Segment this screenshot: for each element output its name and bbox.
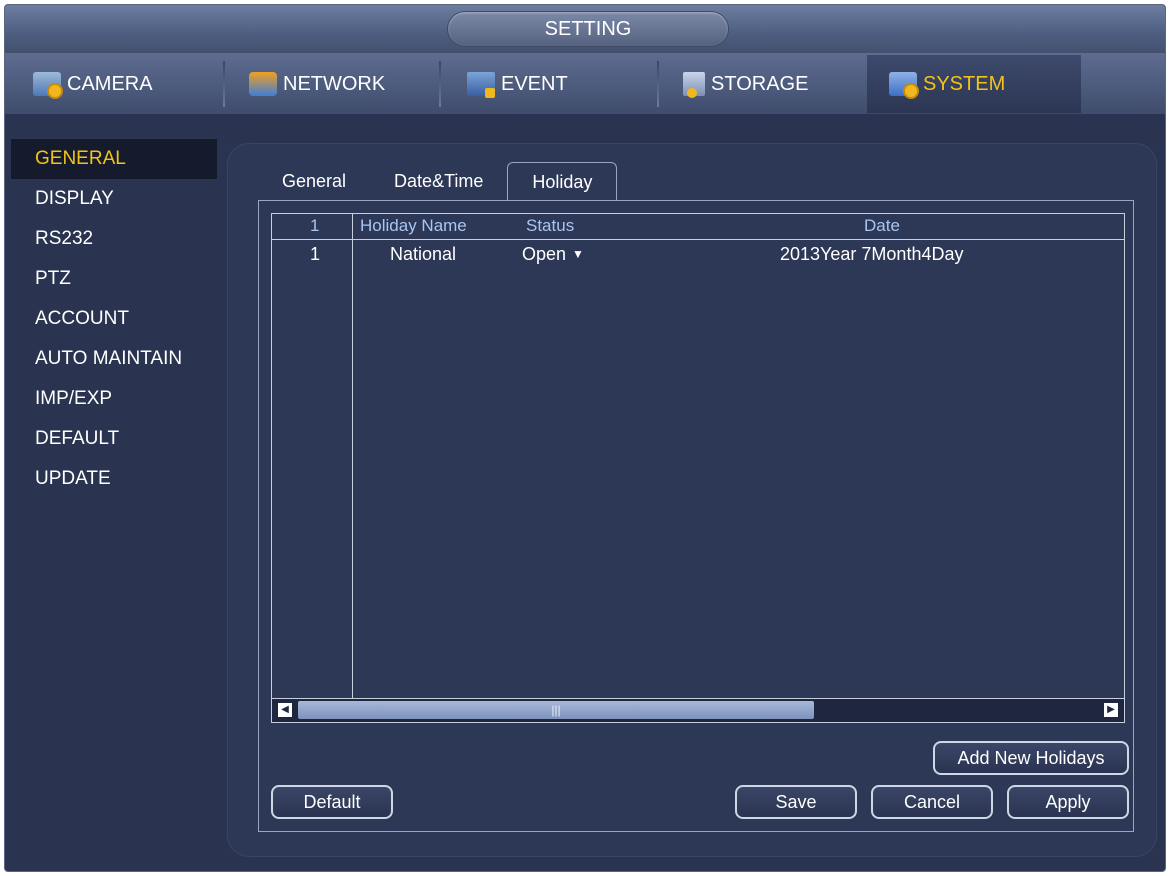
nav-storage-label: STORAGE bbox=[711, 72, 809, 95]
row-index: 1 bbox=[310, 244, 321, 264]
top-navigation: CAMERA NETWORK EVENT STORAGE SYSTEM bbox=[5, 53, 1165, 115]
sidebar-item-display[interactable]: DISPLAY bbox=[11, 179, 217, 219]
nav-storage[interactable]: STORAGE bbox=[669, 55, 865, 113]
table-header: 1 Holiday Name Status Date bbox=[272, 214, 1124, 240]
row-holiday-name: National bbox=[390, 244, 457, 264]
sidebar-item-general[interactable]: GENERAL bbox=[11, 139, 217, 179]
tab-holiday[interactable]: Holiday bbox=[507, 162, 618, 200]
scroll-thumb[interactable]: ||| bbox=[298, 701, 814, 719]
tab-date-time[interactable]: Date&Time bbox=[370, 162, 507, 200]
add-new-holidays-button[interactable]: Add New Holidays bbox=[933, 741, 1129, 775]
nav-network[interactable]: NETWORK bbox=[235, 55, 431, 113]
content-panel: General Date&Time Holiday 1 Holiday Name… bbox=[227, 143, 1157, 857]
nav-system-label: SYSTEM bbox=[923, 72, 1006, 95]
sidebar-item-imp-exp[interactable]: IMP/EXP bbox=[11, 379, 217, 419]
tab-general[interactable]: General bbox=[258, 162, 370, 200]
chevron-down-icon: ▼ bbox=[572, 247, 584, 261]
system-icon bbox=[889, 72, 919, 99]
nav-camera-label: CAMERA bbox=[67, 72, 153, 95]
table-row[interactable]: 1 National Open ▼ 2013Year 7Month4Day bbox=[272, 242, 1124, 272]
nav-divider bbox=[657, 61, 659, 107]
holiday-table: 1 Holiday Name Status Date 1 National Op… bbox=[271, 213, 1125, 723]
nav-system[interactable]: SYSTEM bbox=[867, 55, 1081, 113]
sidebar-item-rs232[interactable]: RS232 bbox=[11, 219, 217, 259]
header-index: 1 bbox=[310, 216, 320, 235]
tab-bar: General Date&Time Holiday bbox=[258, 162, 618, 200]
nav-divider bbox=[439, 61, 441, 107]
scroll-left-icon[interactable]: ◀ bbox=[278, 703, 292, 717]
status-value: Open bbox=[522, 244, 567, 264]
header-status: Status bbox=[526, 216, 575, 235]
default-button[interactable]: Default bbox=[271, 785, 393, 819]
scroll-right-icon[interactable]: ▶ bbox=[1104, 703, 1118, 717]
sidebar-item-ptz[interactable]: PTZ bbox=[11, 259, 217, 299]
nav-divider bbox=[223, 61, 225, 107]
network-icon bbox=[249, 72, 277, 96]
holiday-panel: 1 Holiday Name Status Date 1 National Op… bbox=[258, 200, 1134, 832]
nav-camera[interactable]: CAMERA bbox=[19, 55, 215, 113]
row-date: 2013Year 7Month4Day bbox=[780, 244, 964, 264]
nav-network-label: NETWORK bbox=[283, 72, 386, 95]
cancel-button[interactable]: Cancel bbox=[871, 785, 993, 819]
apply-button[interactable]: Apply bbox=[1007, 785, 1129, 819]
status-dropdown[interactable]: Open ▼ bbox=[522, 244, 584, 265]
window-title: SETTING bbox=[447, 11, 729, 47]
sidebar-item-default[interactable]: DEFAULT bbox=[11, 419, 217, 459]
sidebar-item-account[interactable]: ACCOUNT bbox=[11, 299, 217, 339]
sidebar: GENERAL DISPLAY RS232 PTZ ACCOUNT AUTO M… bbox=[11, 139, 217, 499]
setting-window: SETTING CAMERA NETWORK EVENT STORAGE SYS… bbox=[4, 4, 1166, 872]
scroll-grip: ||| bbox=[551, 703, 561, 717]
sidebar-item-update[interactable]: UPDATE bbox=[11, 459, 217, 499]
header-date: Date bbox=[864, 216, 900, 235]
sidebar-item-auto-maintain[interactable]: AUTO MAINTAIN bbox=[11, 339, 217, 379]
save-button[interactable]: Save bbox=[735, 785, 857, 819]
horizontal-scrollbar[interactable]: ◀ ||| ▶ bbox=[272, 698, 1124, 722]
event-icon bbox=[467, 72, 495, 98]
nav-event[interactable]: EVENT bbox=[453, 55, 649, 113]
title-bar: SETTING bbox=[5, 5, 1165, 53]
column-divider bbox=[352, 214, 353, 698]
nav-event-label: EVENT bbox=[501, 72, 568, 95]
header-holiday-name: Holiday Name bbox=[360, 216, 467, 235]
storage-icon bbox=[683, 72, 705, 98]
camera-icon bbox=[33, 72, 63, 99]
